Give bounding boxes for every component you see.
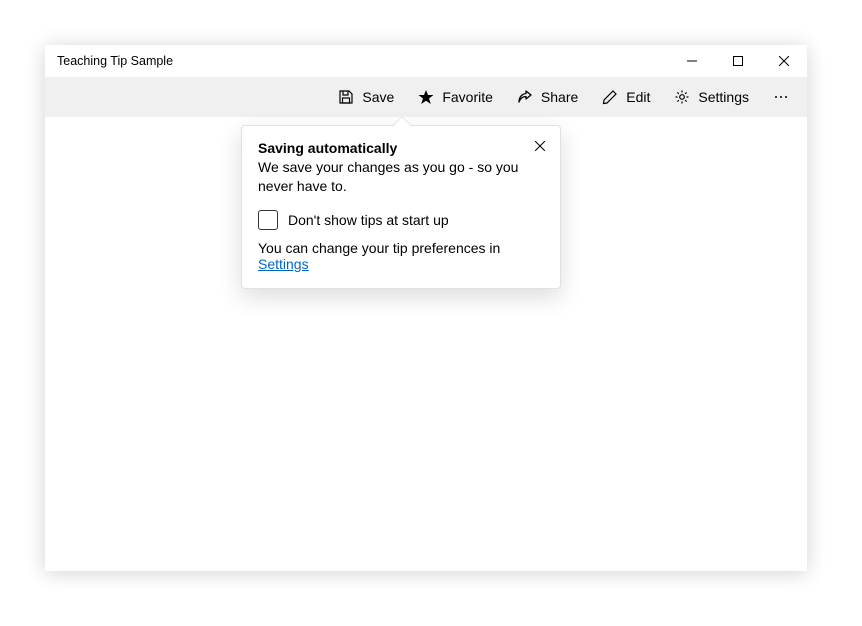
- save-label: Save: [362, 89, 394, 105]
- window-title: Teaching Tip Sample: [57, 54, 669, 68]
- maximize-button[interactable]: [715, 45, 761, 77]
- more-icon: [775, 96, 788, 99]
- tip-subtitle: We save your changes as you go - so you …: [258, 158, 544, 196]
- maximize-icon: [733, 54, 743, 69]
- close-icon: [779, 54, 789, 69]
- save-icon: [338, 89, 354, 105]
- close-icon: [535, 139, 545, 154]
- teaching-tip: Saving automatically We save your change…: [241, 125, 561, 289]
- tip-close-button[interactable]: [526, 132, 554, 160]
- share-icon: [517, 89, 533, 105]
- titlebar: Teaching Tip Sample: [45, 45, 807, 77]
- overflow-button[interactable]: [761, 79, 801, 115]
- minimize-icon: [687, 54, 697, 69]
- close-button[interactable]: [761, 45, 807, 77]
- settings-button[interactable]: Settings: [662, 79, 761, 115]
- tip-body: Don't show tips at start up: [258, 210, 544, 230]
- app-window: Teaching Tip Sample: [45, 45, 807, 571]
- tip-checkbox-label: Don't show tips at start up: [288, 212, 449, 228]
- tip-checkbox[interactable]: [258, 210, 278, 230]
- caption-buttons: [669, 45, 807, 77]
- save-button[interactable]: Save: [326, 79, 406, 115]
- share-button[interactable]: Share: [505, 79, 590, 115]
- edit-icon: [602, 89, 618, 105]
- favorite-label: Favorite: [442, 89, 493, 105]
- command-bar: Save Favorite Share Edit: [45, 77, 807, 117]
- gear-icon: [674, 89, 690, 105]
- star-icon: [418, 89, 434, 105]
- edit-button[interactable]: Edit: [590, 79, 662, 115]
- settings-label: Settings: [698, 89, 749, 105]
- minimize-button[interactable]: [669, 45, 715, 77]
- tip-footer: You can change your tip preferences in S…: [258, 240, 544, 272]
- edit-label: Edit: [626, 89, 650, 105]
- tip-settings-link[interactable]: Settings: [258, 256, 309, 272]
- tip-title: Saving automatically: [258, 140, 544, 156]
- favorite-button[interactable]: Favorite: [406, 79, 505, 115]
- share-label: Share: [541, 89, 578, 105]
- tip-checkbox-row: Don't show tips at start up: [258, 210, 544, 230]
- tip-footer-text: You can change your tip preferences in: [258, 240, 500, 256]
